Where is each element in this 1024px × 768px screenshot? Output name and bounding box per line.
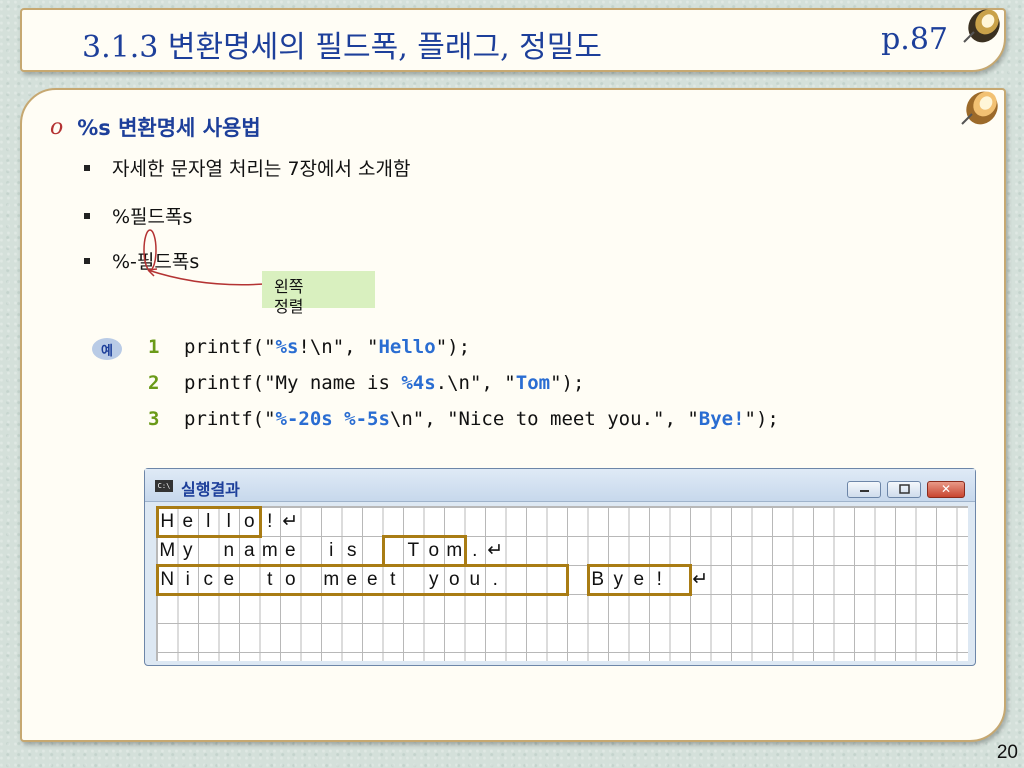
console-icon: C:\ [155,480,173,492]
output-char: ↵ [282,511,299,532]
bullet-square-icon [84,212,90,219]
code-line: 2 printf("My name is %4s.\n", "Tom"); [148,372,584,394]
line-number: 2 [148,372,160,394]
output-char: M [159,540,176,561]
output-char: i [329,540,334,561]
close-button[interactable]: ✕ [927,481,965,498]
output-char: a [243,540,255,561]
code-highlight: Bye! [698,408,745,430]
pushpin-icon [963,9,1000,43]
maximize-icon [899,484,910,494]
example-badge: 예 [92,338,122,360]
output-char: . [472,540,478,561]
code-line: 3 printf("%-20s %-5s\n", "Nice to meet yo… [148,408,779,430]
content-panel: o %s 변환명세 사용법 자세한 문자열 처리는 7장에서 소개함 %필드폭s… [20,88,1006,742]
output-window-titlebar: C:\ 실행결과 ✕ [145,469,975,502]
output-char: n [223,540,235,561]
code-text: \n", "Nice to meet you.", " [389,408,699,430]
output-char: e [284,540,296,561]
output-char: y [183,540,193,561]
bullet-square-icon [84,257,90,264]
bullet-text: %필드폭s [112,206,193,228]
output-window: C:\ 실행결과 ✕ He l l o! ↵ My n a m e i s To m. ↵ Ni c e t o m e e… [144,468,976,666]
bullet-item: %필드폭s [84,202,192,229]
heading-text: %s 변환명세 사용법 [77,116,261,140]
output-char: ! [267,511,273,532]
bullet-item: 자세한 문자열 처리는 7장에서 소개함 [84,154,410,181]
slide-number: 20 [996,742,1018,763]
field-width-box [586,564,692,596]
code-highlight: %s [275,336,299,358]
callout-left-align: 왼쪽 정렬 [262,271,375,316]
section-heading: o %s 변환명세 사용법 [50,112,261,142]
code-text: printf(" [184,336,276,358]
code-highlight: Tom [515,372,551,394]
code-text: !\n", " [298,336,379,358]
output-char: s [347,540,357,561]
minimize-button[interactable] [847,481,881,498]
heading-marker: o [50,114,64,140]
field-width-box [156,564,569,596]
code-line: 1 printf("%s!\n", "Hello"); [148,336,470,358]
pushpin-icon [961,91,998,125]
code-highlight: %4s [401,372,436,394]
slide-title: 3.1.3 변환명세의 필드폭, 플래그, 정밀도 [82,30,602,65]
code-text: printf(" [184,408,276,430]
callout-line: 왼쪽 [274,277,304,296]
bullet-text: 자세한 문자열 처리는 7장에서 소개함 [112,158,411,180]
code-text: "); [744,408,779,430]
callout-line: 정렬 [274,297,304,316]
output-char: m [261,540,278,561]
code-text: printf("My name is [184,372,402,394]
code-highlight: Hello [378,336,436,358]
line-number: 3 [148,408,160,430]
code-highlight: %-20s %-5s [275,408,390,430]
output-char: ↵ [487,540,504,561]
annotation-arrow [143,229,265,286]
close-icon: ✕ [940,482,952,496]
code-text: .\n", " [435,372,516,394]
output-window-title: 실행결과 [181,480,240,499]
field-width-box [381,535,467,567]
bullet-square-icon [84,164,90,171]
minimize-icon [860,490,869,492]
code-text: "); [435,336,471,358]
maximize-button[interactable] [887,481,921,498]
page-reference: p.87 [881,22,948,57]
title-bar: 3.1.3 변환명세의 필드폭, 플래그, 정밀도 p.87 [20,8,1006,72]
output-grid: He l l o! ↵ My n a m e i s To m. ↵ Ni c e t o m e e t y o u. By e! ↵ [156,506,968,661]
line-number: 1 [148,336,160,358]
output-char: ↵ [692,569,709,590]
field-width-box [156,506,262,538]
code-text: "); [550,372,585,394]
